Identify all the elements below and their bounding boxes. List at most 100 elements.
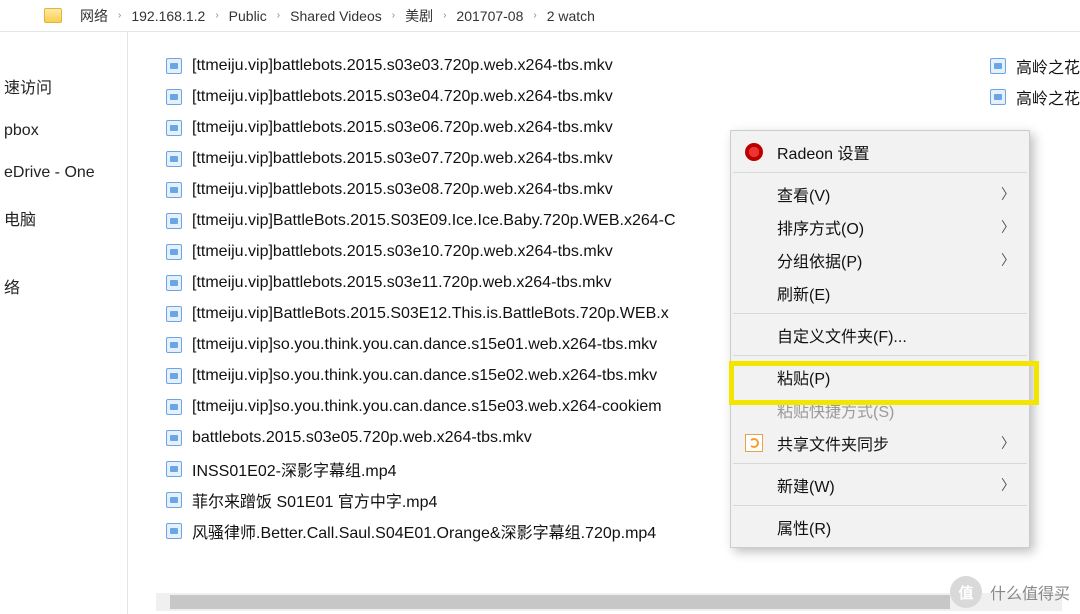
chevron-right-icon: 〉 [1001, 475, 1015, 495]
menu-label: 自定义文件夹(F)... [777, 323, 907, 347]
menu-separator [733, 463, 1027, 464]
watermark-badge-icon: 值 [950, 576, 982, 608]
menu-label: 新建(W) [777, 473, 835, 497]
sidebar-item-onedrive[interactable]: eDrive - One [0, 152, 127, 194]
video-file-icon [166, 523, 182, 539]
menu-label: 查看(V) [777, 182, 830, 206]
navigation-sidebar: 速访问 pbox eDrive - One 电脑 络 [0, 32, 128, 614]
video-file-icon [166, 120, 182, 136]
menu-label: 粘贴(P) [777, 365, 830, 389]
menu-item-properties[interactable]: 属性(R) [731, 510, 1029, 543]
breadcrumb-item[interactable]: 201707-08 [450, 8, 529, 24]
breadcrumb-item[interactable]: 2 watch [541, 8, 601, 24]
sidebar-item-network[interactable]: 络 [0, 262, 127, 310]
menu-item-view[interactable]: 查看(V) 〉 [731, 177, 1029, 210]
file-item[interactable]: 高岭之花 [990, 81, 1080, 112]
breadcrumb-item[interactable]: Public [223, 8, 273, 24]
chevron-right-icon: › [213, 10, 220, 21]
chevron-right-icon: › [441, 10, 448, 21]
file-name: [ttmeiju.vip]so.you.think.you.can.dance.… [192, 398, 662, 416]
menu-item-refresh[interactable]: 刷新(E) [731, 276, 1029, 309]
menu-item-paste-shortcut: 粘贴快捷方式(S) [731, 393, 1029, 426]
video-file-icon [166, 275, 182, 291]
menu-item-paste[interactable]: 粘贴(P) [731, 360, 1029, 393]
chevron-right-icon: › [275, 10, 282, 21]
video-file-icon [166, 244, 182, 260]
chevron-right-icon: 〉 [1001, 250, 1015, 270]
file-name: [ttmeiju.vip]battlebots.2015.s03e10.720p… [192, 243, 613, 261]
context-menu: Radeon 设置 查看(V) 〉 排序方式(O) 〉 分组依据(P) 〉 刷新… [730, 130, 1030, 548]
file-name: 高岭之花 [1016, 54, 1080, 78]
video-file-icon [990, 89, 1006, 105]
file-name: [ttmeiju.vip]battlebots.2015.s03e07.720p… [192, 150, 613, 168]
breadcrumb-item[interactable]: Shared Videos [284, 8, 388, 24]
menu-label: Radeon 设置 [777, 140, 870, 164]
menu-item-new[interactable]: 新建(W) 〉 [731, 468, 1029, 501]
chevron-right-icon: › [531, 10, 538, 21]
menu-item-customize-folder[interactable]: 自定义文件夹(F)... [731, 318, 1029, 351]
menu-separator [733, 313, 1027, 314]
menu-label: 排序方式(O) [777, 215, 864, 239]
menu-label: 粘贴快捷方式(S) [777, 398, 894, 422]
file-name: [ttmeiju.vip]battlebots.2015.s03e11.720p… [192, 274, 612, 292]
file-name: [ttmeiju.vip]so.you.think.you.can.dance.… [192, 336, 657, 354]
video-file-icon [166, 89, 182, 105]
menu-item-sort[interactable]: 排序方式(O) 〉 [731, 210, 1029, 243]
file-item[interactable]: 高岭之花 [990, 50, 1080, 81]
file-name: 高岭之花 [1016, 85, 1080, 109]
video-file-icon [166, 58, 182, 74]
scrollbar-thumb[interactable] [170, 595, 950, 609]
chevron-right-icon: › [116, 10, 123, 21]
menu-item-radeon[interactable]: Radeon 设置 [731, 135, 1029, 168]
chevron-right-icon: 〉 [1001, 433, 1015, 453]
video-file-icon [166, 430, 182, 446]
video-file-icon [990, 58, 1006, 74]
video-file-icon [166, 151, 182, 167]
breadcrumb-item[interactable]: 网络 [74, 6, 114, 26]
video-file-icon [166, 182, 182, 198]
breadcrumb-item[interactable]: 192.168.1.2 [125, 8, 211, 24]
menu-item-group[interactable]: 分组依据(P) 〉 [731, 243, 1029, 276]
file-item[interactable]: [ttmeiju.vip]battlebots.2015.s03e03.720p… [166, 50, 1080, 81]
file-name: [ttmeiju.vip]battlebots.2015.s03e06.720p… [192, 119, 613, 137]
video-file-icon [166, 368, 182, 384]
menu-label: 刷新(E) [777, 281, 830, 305]
sidebar-item-quickaccess[interactable]: 速访问 [0, 62, 127, 110]
sync-icon [745, 434, 763, 452]
address-bar[interactable]: 网络 › 192.168.1.2 › Public › Shared Video… [0, 0, 1080, 32]
folder-icon [44, 8, 62, 23]
file-name: [ttmeiju.vip]battlebots.2015.s03e03.720p… [192, 57, 613, 75]
video-file-icon [166, 399, 182, 415]
file-name: 菲尔来蹭饭 S01E01 官方中字.mp4 [192, 488, 437, 512]
watermark-text: 什么值得买 [990, 580, 1070, 604]
video-file-icon [166, 461, 182, 477]
file-name: battlebots.2015.s03e05.720p.web.x264-tbs… [192, 429, 532, 447]
menu-label: 共享文件夹同步 [777, 431, 889, 455]
file-name: INSS01E02-深影字幕组.mp4 [192, 457, 397, 481]
horizontal-scrollbar[interactable] [156, 593, 1062, 611]
file-item[interactable]: [ttmeiju.vip]battlebots.2015.s03e04.720p… [166, 81, 1080, 112]
sidebar-item-thispc[interactable]: 电脑 [0, 194, 127, 242]
menu-separator [733, 355, 1027, 356]
file-name: [ttmeiju.vip]BattleBots.2015.S03E09.Ice.… [192, 212, 676, 230]
radeon-icon [745, 143, 763, 161]
menu-item-sync-shared-folder[interactable]: 共享文件夹同步 〉 [731, 426, 1029, 459]
video-file-icon [166, 337, 182, 353]
menu-separator [733, 505, 1027, 506]
video-file-icon [166, 492, 182, 508]
file-name: [ttmeiju.vip]BattleBots.2015.S03E12.This… [192, 305, 669, 323]
watermark: 值 什么值得买 [950, 576, 1070, 608]
chevron-right-icon: 〉 [1001, 217, 1015, 237]
breadcrumb-item[interactable]: 美剧 [399, 6, 439, 26]
chevron-right-icon: › [390, 10, 397, 21]
file-name: [ttmeiju.vip]battlebots.2015.s03e04.720p… [192, 88, 613, 106]
video-file-icon [166, 306, 182, 322]
chevron-right-icon: 〉 [1001, 184, 1015, 204]
file-name: 风骚律师.Better.Call.Saul.S04E01.Orange&深影字幕… [192, 519, 656, 543]
menu-label: 分组依据(P) [777, 248, 862, 272]
file-name: [ttmeiju.vip]battlebots.2015.s03e08.720p… [192, 181, 613, 199]
menu-label: 属性(R) [777, 515, 831, 539]
menu-separator [733, 172, 1027, 173]
sidebar-item-dropbox[interactable]: pbox [0, 110, 127, 152]
video-file-icon [166, 213, 182, 229]
